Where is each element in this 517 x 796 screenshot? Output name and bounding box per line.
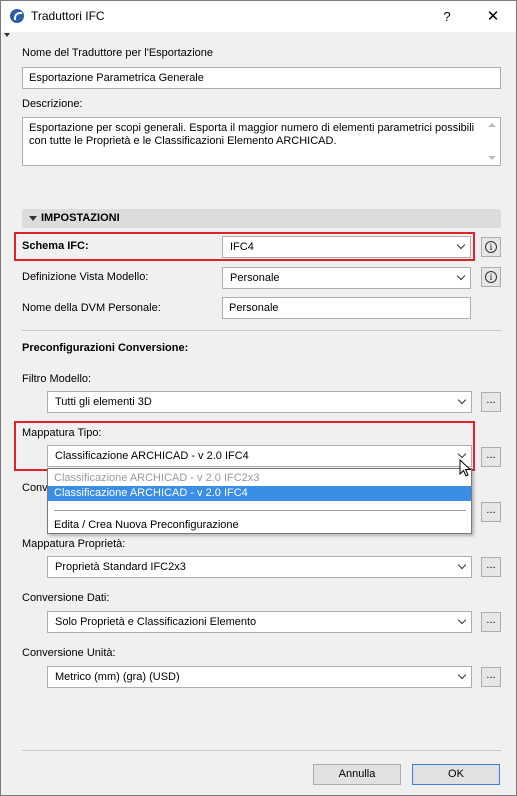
model-filter-value: Tutti gli elementi 3D [55, 396, 152, 408]
description-scrollbar[interactable] [484, 118, 500, 165]
scroll-down-icon[interactable] [488, 156, 496, 160]
data-conversion-more-button[interactable]: ... [481, 612, 501, 632]
info-icon: i [485, 271, 497, 283]
chevron-down-icon [457, 615, 467, 625]
ifc-translators-dialog: Traduttori IFC ? ✕ Nome del Traduttore p… [0, 0, 517, 796]
type-mapping-more-button[interactable]: ... [481, 447, 501, 467]
description-field[interactable]: Esportazione per scopi generali. Esporta… [22, 117, 501, 166]
description-label: Descrizione: [22, 98, 83, 110]
divider [22, 750, 501, 751]
dropdown-option-ifc2x3[interactable]: Classificazione ARCHICAD - v 2.0 IFC2x3 [48, 471, 471, 486]
help-button[interactable]: ? [437, 7, 457, 27]
cancel-button[interactable]: Annulla [313, 764, 401, 785]
dropdown-separator [54, 510, 466, 511]
chevron-down-icon [456, 240, 466, 250]
model-filter-label: Filtro Modello: [22, 373, 92, 385]
dvm-name-label: Nome della DVM Personale: [22, 302, 161, 314]
type-mapping-highlight-box [14, 421, 475, 471]
mvd-info-button[interactable]: i [481, 267, 501, 287]
unit-conversion-more-button[interactable]: ... [481, 667, 501, 687]
scroll-up-icon[interactable] [488, 123, 496, 127]
obscured-label-fragment: Conv [22, 482, 48, 494]
chevron-down-icon [457, 560, 467, 570]
schema-ifc-label: Schema IFC: [22, 240, 89, 252]
property-mapping-label: Mappatura Proprietà: [22, 538, 126, 550]
data-conversion-value: Solo Proprietà e Classificazioni Element… [55, 616, 257, 628]
unit-conversion-select[interactable]: Metrico (mm) (gra) (USD) [47, 666, 472, 688]
dropdown-option-edit-create[interactable]: Edita / Crea Nuova Preconfigurazione [48, 518, 471, 533]
property-mapping-more-button[interactable]: ... [481, 557, 501, 577]
model-filter-more-button[interactable]: ... [481, 392, 501, 412]
chevron-down-icon [457, 395, 467, 405]
property-mapping-value: Proprietà Standard IFC2x3 [55, 561, 186, 573]
info-icon: i [485, 241, 497, 253]
type-mapping-dropdown-list: Classificazione ARCHICAD - v 2.0 IFC2x3 … [47, 468, 472, 534]
mvd-value: Personale [230, 272, 280, 284]
title-bar: Traduttori IFC ? ✕ [1, 1, 516, 32]
schema-ifc-value: IFC4 [230, 241, 254, 253]
mvd-select[interactable]: Personale [222, 267, 471, 289]
collapse-triangle-icon [29, 216, 37, 221]
chevron-down-icon [456, 271, 466, 281]
model-filter-select[interactable]: Tutti gli elementi 3D [47, 391, 472, 413]
mouse-cursor-icon [459, 459, 472, 477]
unit-conversion-label: Conversione Unità: [22, 647, 116, 659]
data-conversion-label: Conversione Dati: [22, 592, 110, 604]
data-conversion-select[interactable]: Solo Proprietà e Classificazioni Element… [47, 611, 472, 633]
mvd-label: Definizione Vista Modello: [22, 271, 149, 283]
settings-section-header[interactable]: IMPOSTAZIONI [22, 209, 501, 228]
dvm-name-field[interactable]: Personale [222, 297, 471, 319]
schema-ifc-select[interactable]: IFC4 [222, 236, 471, 258]
divider [22, 330, 501, 331]
dropdown-option-ifc4[interactable]: Classificazione ARCHICAD - v 2.0 IFC4 [48, 486, 471, 501]
window-title: Traduttori IFC [31, 9, 105, 23]
unit-conversion-value: Metrico (mm) (gra) (USD) [55, 671, 180, 683]
settings-header-label: IMPOSTAZIONI [41, 212, 120, 224]
property-mapping-select[interactable]: Proprietà Standard IFC2x3 [47, 556, 472, 578]
schema-info-button[interactable]: i [481, 237, 501, 257]
hidden-row-more-button[interactable]: ... [481, 502, 501, 522]
presets-heading: Preconfigurazioni Conversione: [22, 342, 189, 354]
close-button[interactable]: ✕ [481, 7, 505, 27]
chevron-down-icon [457, 670, 467, 680]
translator-name-label: Nome del Traduttore per l'Esportazione [22, 47, 214, 59]
collapse-marker-icon [4, 33, 10, 37]
description-text: Esportazione per scopi generali. Esporta… [29, 122, 475, 147]
ok-button[interactable]: OK [412, 764, 500, 785]
archicad-logo-icon [10, 9, 24, 23]
translator-name-field[interactable]: Esportazione Parametrica Generale [22, 67, 501, 89]
